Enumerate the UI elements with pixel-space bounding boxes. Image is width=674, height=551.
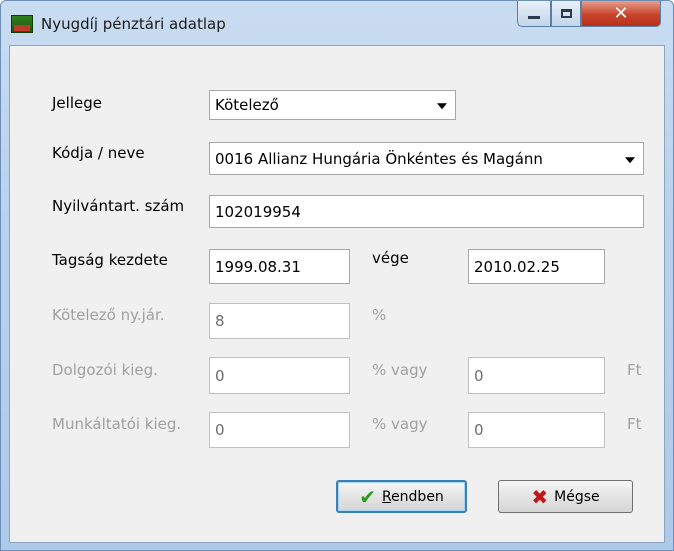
- nyilvantart-input[interactable]: 102019954: [209, 195, 644, 228]
- kodja-select-value: 0016 Allianz Hungária Önkéntes és Magánn: [215, 149, 543, 168]
- close-button[interactable]: ✕: [581, 1, 661, 27]
- vege-label: vége: [372, 249, 409, 267]
- munkaltatoi-vagy-label: % vagy: [372, 415, 428, 433]
- vege-input[interactable]: 2010.02.25: [468, 249, 605, 284]
- cancel-button-label: Mégse: [554, 488, 600, 505]
- dolgozoi-ft-unit: Ft: [627, 361, 642, 379]
- kotelezo-nyjar-input[interactable]: 8: [209, 303, 350, 339]
- munkaltatoi-ft-unit: Ft: [627, 415, 642, 433]
- tagsag-kezdete-input[interactable]: 1999.08.31: [209, 249, 350, 284]
- window-title: Nyugdíj pénztári adatlap: [41, 15, 226, 33]
- ok-button-accelerator: R: [381, 488, 392, 505]
- dolgozoi-pct-input[interactable]: 0: [209, 357, 350, 394]
- ok-button-label: Rendben: [382, 489, 444, 505]
- ok-button[interactable]: ✔ Rendben: [336, 480, 467, 513]
- kodja-label: Kódja / neve: [52, 144, 145, 162]
- dialog-client-area: Jellege Kötelező Kódja / neve 0016 Allia…: [9, 45, 665, 543]
- jellege-select-value: Kötelező: [215, 96, 279, 114]
- nyilvantart-label: Nyilvántart. szám: [52, 197, 185, 215]
- dolgozoi-ft-input[interactable]: 0: [468, 357, 605, 394]
- cancel-button[interactable]: ✖ Mégse: [498, 480, 633, 513]
- title-bar[interactable]: Nyugdíj pénztári adatlap ✕: [1, 1, 673, 45]
- kotelezo-unit-label: %: [372, 306, 387, 324]
- tagsag-kezdete-label: Tagság kezdete: [52, 251, 168, 269]
- minimize-icon: [528, 16, 540, 19]
- kotelezo-nyjar-label: Kötelező ny.jár.: [52, 306, 165, 324]
- x-icon: ✖: [531, 484, 549, 509]
- app-icon[interactable]: [11, 15, 33, 33]
- minimize-button[interactable]: [517, 1, 551, 27]
- maximize-button[interactable]: [551, 1, 581, 27]
- munkaltatoi-pct-input[interactable]: 0: [209, 412, 350, 448]
- chevron-down-icon: [625, 156, 635, 163]
- kodja-select[interactable]: 0016 Allianz Hungária Önkéntes és Magánn: [209, 142, 644, 175]
- ok-button-label-rest: endben: [391, 488, 444, 505]
- munkaltatoi-ft-input[interactable]: 0: [468, 412, 605, 448]
- jellege-select[interactable]: Kötelező: [209, 90, 456, 120]
- checkmark-icon: ✔: [359, 484, 376, 509]
- jellege-label: Jellege: [52, 94, 102, 112]
- close-icon: ✕: [613, 2, 629, 24]
- chevron-down-icon: [437, 103, 447, 110]
- munkaltatoi-kieg-label: Munkáltatói kieg.: [52, 415, 182, 433]
- dolgozoi-kieg-label: Dolgozói kieg.: [52, 361, 158, 379]
- dolgozoi-vagy-label: % vagy: [372, 361, 428, 379]
- maximize-icon: [560, 9, 572, 18]
- dialog-window: Nyugdíj pénztári adatlap ✕ Jellege Kötel…: [0, 0, 674, 551]
